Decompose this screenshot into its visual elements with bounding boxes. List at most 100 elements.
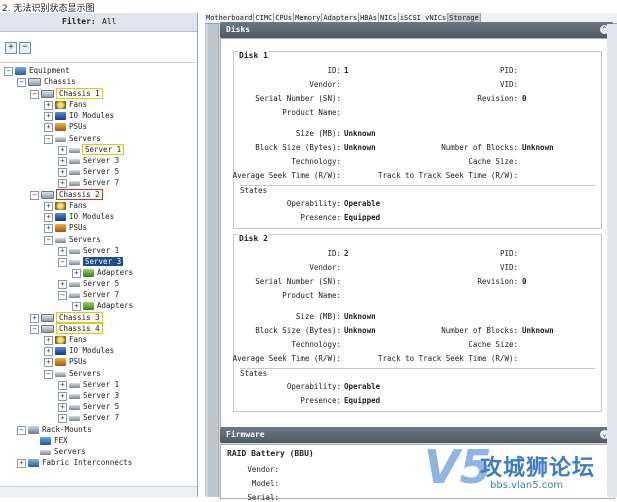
expand-toggle-icon[interactable]: + — [58, 413, 67, 423]
collapse-toggle-icon[interactable]: − — [30, 190, 39, 200]
collapse-toggle-icon[interactable]: − — [30, 324, 39, 334]
expand-toggle-icon[interactable]: + — [44, 335, 53, 345]
node-label: Fans — [69, 201, 88, 210]
expand-toggle-icon[interactable]: + — [58, 402, 67, 412]
vertical-scrollbar[interactable] — [607, 24, 617, 497]
tree-node-chassis-2[interactable]: − Chassis 2 — [30, 189, 103, 200]
expand-toggle-icon[interactable]: + — [44, 111, 53, 121]
tree-node-io-modules[interactable]: + IO Modules — [44, 211, 114, 222]
tree-node-rack-mounts[interactable]: − Rack-Mounts — [17, 424, 92, 435]
io-module-icon — [55, 112, 66, 120]
collapse-toggle-icon[interactable]: − — [17, 425, 26, 435]
fex-icon — [40, 437, 51, 445]
tree-node-fabric-interconnects[interactable]: + Fabric Interconnects — [17, 457, 132, 468]
expand-toggle-icon[interactable]: + — [58, 156, 67, 166]
expand-toggle-icon[interactable]: + — [30, 313, 39, 323]
tree-node-io-modules[interactable]: + IO Modules — [44, 345, 114, 356]
tree-node-chassis[interactable]: − Chassis — [17, 76, 76, 87]
expand-toggle-icon[interactable]: + — [17, 458, 26, 468]
expand-toggle-icon[interactable]: + — [72, 268, 81, 278]
expand-toggle-icon[interactable]: + — [58, 246, 67, 256]
tree-node-chassis-1[interactable]: − Chassis 1 — [30, 88, 103, 99]
collapse-toggle-icon[interactable]: − — [30, 89, 39, 99]
tree-node-server-3[interactable]: + Server 3 — [58, 155, 119, 166]
expand-toggle-icon[interactable]: + — [58, 380, 67, 390]
collapse-toggle-icon[interactable]: − — [58, 257, 67, 267]
size-value: Unknown — [344, 312, 376, 321]
tree-node-servers[interactable]: − Servers — [44, 234, 101, 245]
node-label: Chassis 2 — [56, 189, 103, 200]
expand-toggle-icon[interactable]: + — [58, 178, 67, 188]
fabric-interconnect-icon — [28, 459, 39, 467]
node-label: Adapters — [97, 301, 134, 310]
serial-label: Serial Number (SN): — [255, 94, 341, 103]
tree-node-server-3-selected[interactable]: − Server 3 — [58, 256, 124, 267]
collapse-toggle-icon[interactable]: − — [17, 77, 26, 87]
tree-node-server-5[interactable]: + Server 5 — [58, 278, 119, 289]
tree-node-fans[interactable]: + Fans — [44, 200, 87, 211]
expand-toggle-icon[interactable]: + — [58, 391, 67, 401]
collapse-toggle-icon[interactable]: − — [44, 235, 53, 245]
expand-toggle-icon[interactable]: + — [58, 145, 67, 155]
tree-node-adapters[interactable]: + Adapters — [72, 267, 133, 278]
expand-all-button[interactable]: + — [5, 42, 17, 54]
tree-toolbar: + − — [0, 32, 197, 63]
disks-section-header[interactable]: Disks ⌃ — [220, 22, 613, 38]
tree-node-server-5[interactable]: + Server 5 — [58, 401, 119, 412]
collapse-toggle-icon[interactable]: − — [44, 134, 53, 144]
tree-node-server-7[interactable]: + Server 7 — [58, 177, 119, 188]
tree-node-rack-servers[interactable]: Servers — [40, 446, 86, 457]
tree-node-chassis-4[interactable]: − Chassis 4 — [30, 323, 103, 334]
collapse-all-button[interactable]: − — [19, 42, 31, 54]
revision-value: 0 — [522, 94, 527, 103]
tree-node-server-1[interactable]: + Server 1 — [58, 379, 119, 390]
tree-node-server-7[interactable]: + Server 7 — [58, 412, 119, 423]
tree-node-server-3[interactable]: + Server 3 — [58, 390, 119, 401]
expand-toggle-icon[interactable]: + — [72, 301, 81, 311]
chassis-icon — [41, 325, 54, 333]
tree-node-psus[interactable]: + PSUs — [44, 222, 87, 233]
node-label: Server 7 — [83, 413, 120, 422]
horizontal-scrollbar[interactable] — [0, 486, 197, 497]
tree-node-psus[interactable]: + PSUs — [44, 356, 87, 367]
avg-seek-label: Average Seek Time (R/W): — [232, 354, 341, 363]
tree-node-fans[interactable]: + Fans — [44, 99, 87, 110]
tree-node-equipment[interactable]: − Equipment — [4, 65, 70, 76]
pid-label: PID: — [499, 249, 518, 258]
adapter-icon — [83, 269, 94, 277]
expand-toggle-icon[interactable]: + — [58, 279, 67, 289]
states-heading: States — [240, 185, 595, 195]
node-label: Chassis 3 — [56, 312, 103, 323]
expand-toggle-icon[interactable]: + — [44, 122, 53, 132]
expand-toggle-icon[interactable]: + — [44, 223, 53, 233]
tree-node-adapters[interactable]: + Adapters — [72, 300, 133, 311]
tree-node-server-7[interactable]: − Server 7 — [58, 289, 119, 300]
tree-node-server-1[interactable]: + Server 1 — [58, 245, 119, 256]
expand-toggle-icon[interactable]: + — [58, 167, 67, 177]
tree-node-servers[interactable]: − Servers — [44, 133, 101, 144]
server-icon — [69, 158, 80, 164]
filter-select[interactable]: All — [102, 17, 116, 26]
expand-toggle-icon[interactable]: + — [44, 201, 53, 211]
tree-node-servers[interactable]: − Servers — [44, 368, 101, 379]
raid-title: RAID Battery (BBU) — [227, 449, 314, 458]
server-icon — [69, 180, 80, 186]
expand-toggle-icon[interactable]: + — [44, 346, 53, 356]
tree-node-psus[interactable]: + PSUs — [44, 121, 87, 132]
collapse-toggle-icon[interactable]: − — [44, 369, 53, 379]
expand-toggle-icon[interactable]: + — [44, 357, 53, 367]
collapse-toggle-icon[interactable]: − — [4, 66, 13, 76]
presence-label: Presence: — [300, 396, 341, 405]
collapse-toggle-icon[interactable]: − — [58, 290, 67, 300]
operability-label: Operability: — [286, 199, 341, 208]
node-label: IO Modules — [69, 111, 115, 120]
tree-node-fex[interactable]: FEX — [40, 435, 68, 446]
tree-node-chassis-3[interactable]: + Chassis 3 — [30, 312, 103, 323]
tree-node-io-modules[interactable]: + IO Modules — [44, 110, 114, 121]
tree-node-fans[interactable]: + Fans — [44, 334, 87, 345]
expand-toggle-icon[interactable]: + — [44, 100, 53, 110]
expand-toggle-icon[interactable]: + — [44, 212, 53, 222]
tree-node-server-1[interactable]: + Server 1 — [58, 144, 125, 155]
chassis-icon — [41, 191, 54, 199]
tree-node-server-5[interactable]: + Server 5 — [58, 166, 119, 177]
